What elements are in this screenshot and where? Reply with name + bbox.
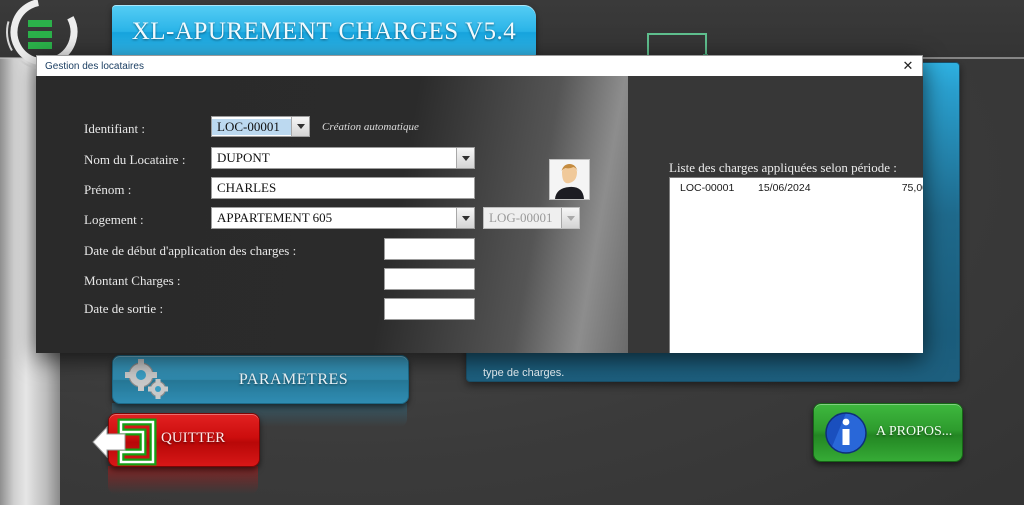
- charges-list-title: Liste des charges appliquées selon pério…: [669, 160, 897, 175]
- montant-label: Montant Charges :: [84, 273, 181, 288]
- dialog-body: Identifiant : Nom du Locataire : Prénom …: [36, 76, 923, 353]
- identifiant-value: LOC-00001: [212, 118, 291, 135]
- charges-list-box[interactable]: LOC-00001 15/06/2024 75,00: [669, 177, 923, 353]
- charge-amount: 75,00: [901, 182, 923, 194]
- identifiant-label: Identifiant :: [84, 121, 146, 136]
- prenom-value: CHARLES: [217, 180, 277, 195]
- charge-id: LOC-00001: [680, 182, 735, 194]
- chevron-down-icon[interactable]: [456, 148, 474, 168]
- prenom-input[interactable]: CHARLES: [211, 177, 475, 199]
- info-icon: [825, 412, 867, 454]
- parametres-label: PARAMETRES: [238, 370, 349, 388]
- parametres-button[interactable]: PARAMETRES: [112, 355, 409, 404]
- date-debut-input[interactable]: [384, 238, 475, 260]
- chevron-down-icon: [561, 208, 579, 228]
- nom-locataire-value: DUPONT: [217, 150, 270, 165]
- date-debut-label: Date de début d'application des charges …: [84, 243, 297, 258]
- prenom-label: Prénom :: [84, 182, 132, 197]
- charge-date: 15/06/2024: [758, 182, 811, 194]
- table-row[interactable]: LOC-00001 15/06/2024 75,00: [670, 178, 923, 194]
- montant-charges-input[interactable]: [384, 268, 475, 290]
- gears-icon: [125, 358, 168, 399]
- chevron-down-icon[interactable]: [291, 117, 309, 136]
- gestion-locataires-dialog: Gestion des locataires ✕ Identifiant : N…: [36, 55, 923, 353]
- quitter-label: QUITTER: [161, 430, 226, 446]
- apropos-button[interactable]: A PROPOS...: [813, 403, 963, 462]
- identifiant-combo[interactable]: LOC-00001: [211, 116, 310, 137]
- dialog-title: Gestion des locataires: [45, 61, 144, 72]
- info-bottom-note: type de charges.: [483, 367, 565, 379]
- dialog-title-bar[interactable]: Gestion des locataires ✕: [36, 55, 923, 77]
- logement-code-combo: LOG-00001: [483, 207, 580, 229]
- identifiant-hint: Création automatique: [322, 121, 419, 133]
- app-title-banner: XL-APUREMENT CHARGES V5.4: [112, 5, 536, 58]
- logement-code-value: LOG-00001: [489, 210, 553, 225]
- nom-locataire-combo[interactable]: DUPONT: [211, 147, 475, 169]
- close-icon[interactable]: ✕: [900, 58, 916, 74]
- date-sortie-label: Date de sortie :: [84, 301, 164, 316]
- apropos-label: A PROPOS...: [876, 424, 953, 439]
- chevron-down-icon[interactable]: [456, 208, 474, 228]
- nom-label: Nom du Locataire :: [84, 152, 186, 167]
- avatar: [549, 159, 590, 200]
- logement-label: Logement :: [84, 212, 144, 227]
- quitter-button[interactable]: QUITTER: [92, 413, 260, 467]
- quitter-reflection: [108, 466, 258, 494]
- date-sortie-input[interactable]: [384, 298, 475, 320]
- exit-arrow-icon: [92, 418, 157, 466]
- user-photo-icon: [550, 160, 589, 199]
- page-title: XL-APUREMENT CHARGES V5.4: [131, 17, 517, 45]
- logement-value: APPARTEMENT 605: [217, 210, 333, 225]
- logement-combo[interactable]: APPARTEMENT 605: [211, 207, 475, 229]
